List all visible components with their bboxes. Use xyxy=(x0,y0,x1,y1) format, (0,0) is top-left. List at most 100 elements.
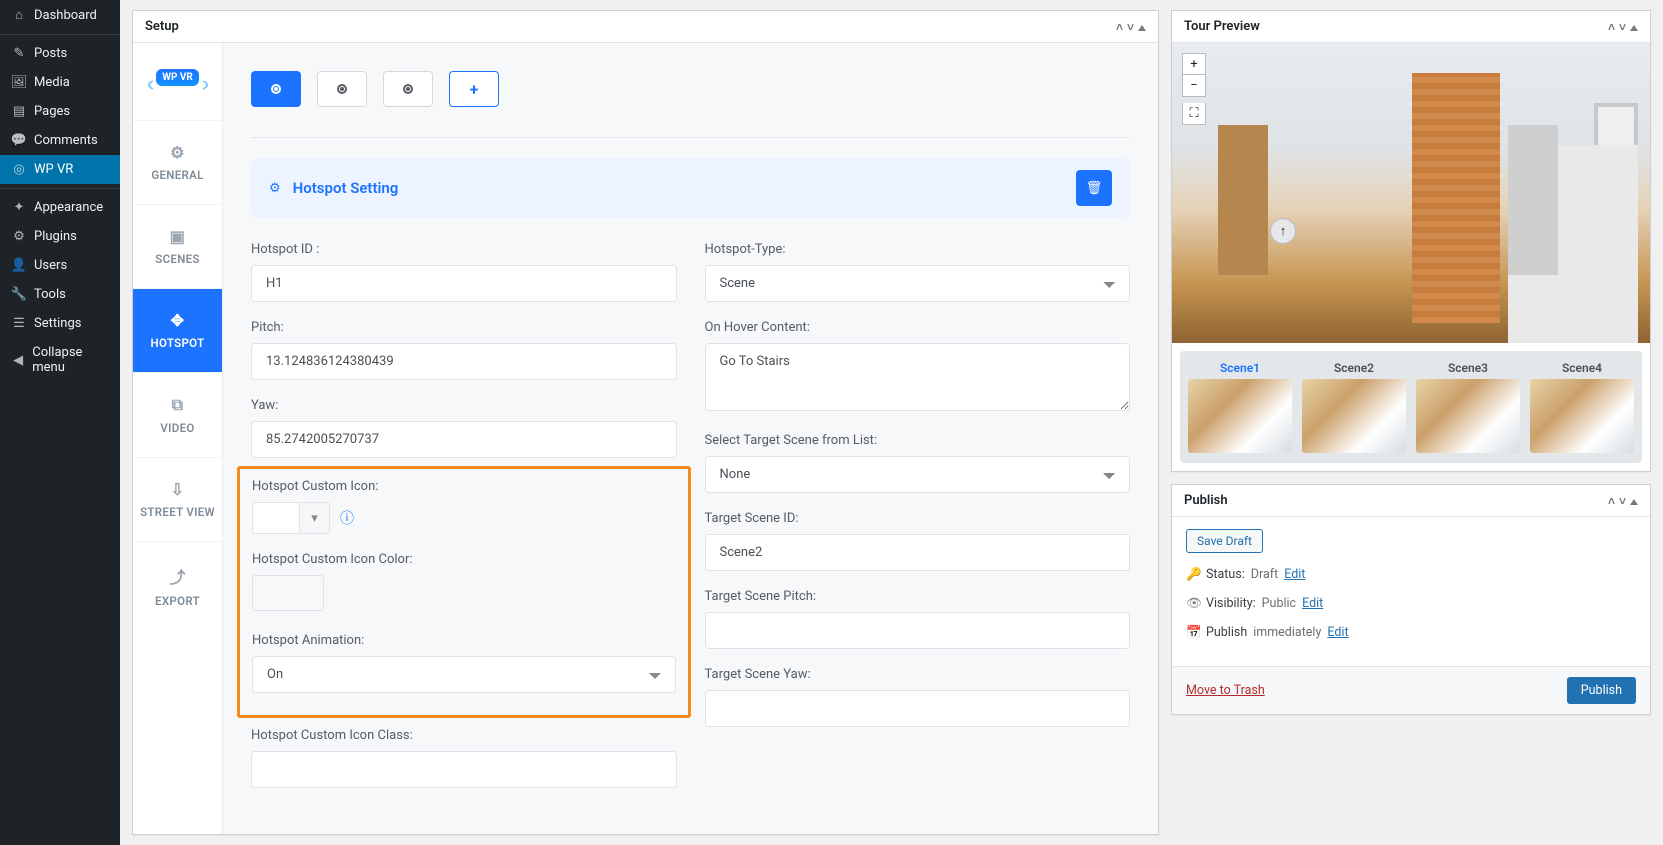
vertical-tabs: WP VR ⚙GENERAL ▣SCENES ✥HOTSPOT ⧉VIDEO ⇩… xyxy=(133,43,223,834)
thumb-scene3[interactable]: Scene3 xyxy=(1416,361,1520,453)
edit-status-link[interactable]: Edit xyxy=(1284,567,1305,582)
plugin-icon: ⚙ xyxy=(10,229,28,244)
zoom-in-button[interactable]: + xyxy=(1182,53,1206,75)
nav-collapse[interactable]: ◀Collapse menu xyxy=(0,338,120,382)
hotspot-page-3[interactable] xyxy=(383,71,433,107)
dot-icon xyxy=(337,84,347,94)
sliders-icon: ☰ xyxy=(10,316,28,331)
nav-label: Plugins xyxy=(34,229,77,244)
hotspot-page-2[interactable] xyxy=(317,71,367,107)
tab-scenes[interactable]: ▣SCENES xyxy=(133,204,222,288)
nav-media[interactable]: 🖼Media xyxy=(0,68,120,97)
pitch-input[interactable] xyxy=(251,343,677,380)
setup-panel-header: Setup ˄ ˅ xyxy=(133,11,1158,43)
delete-hotspot-button[interactable]: 🗑 xyxy=(1076,170,1112,206)
tab-streetview[interactable]: ⇩STREET VIEW xyxy=(133,457,222,541)
animation-select[interactable]: On xyxy=(252,656,676,693)
key-icon: 🔑 xyxy=(1186,567,1200,582)
nav-appearance[interactable]: ✦Appearance xyxy=(0,193,120,222)
nav-tools[interactable]: 🔧Tools xyxy=(0,280,120,309)
hotspot-id-input[interactable] xyxy=(251,265,677,302)
nav-label: Settings xyxy=(34,316,81,331)
chevron-up-icon[interactable]: ˄ xyxy=(1608,494,1615,508)
chevron-down-icon[interactable]: ˅ xyxy=(1127,20,1134,34)
tab-video[interactable]: ⧉VIDEO xyxy=(133,372,222,457)
pitch-label: Pitch: xyxy=(251,320,677,335)
target-yaw-input[interactable] xyxy=(705,690,1131,727)
tab-general[interactable]: ⚙GENERAL xyxy=(133,120,222,204)
target-pitch-input[interactable] xyxy=(705,612,1131,649)
nav-label: Tools xyxy=(34,287,66,302)
nav-label: Pages xyxy=(34,104,70,119)
visibility-value: Public xyxy=(1262,596,1296,611)
comment-icon: 💬 xyxy=(10,133,28,148)
tab-hotspot[interactable]: ✥HOTSPOT xyxy=(133,288,222,372)
vr-icon: ◎ xyxy=(10,162,28,177)
yaw-label: Yaw: xyxy=(251,398,677,413)
target-scene-list-select[interactable]: None xyxy=(705,456,1131,493)
publish-panel: Publish ˄ ˅ Save Draft 🔑 Status: Draft E… xyxy=(1171,484,1651,715)
custom-icon-class-label: Hotspot Custom Icon Class: xyxy=(251,728,677,743)
nav-label: Users xyxy=(34,258,67,273)
info-icon[interactable]: ⓘ xyxy=(340,508,354,528)
thumb-scene2[interactable]: Scene2 xyxy=(1302,361,1406,453)
zoom-out-button[interactable]: − xyxy=(1182,75,1206,97)
icon-picker-box[interactable] xyxy=(252,502,300,534)
chevron-up-icon[interactable]: ˄ xyxy=(1608,20,1615,34)
nav-wpvr[interactable]: ◎WP VR xyxy=(0,155,120,184)
status-value: Draft xyxy=(1251,567,1278,582)
custom-icon-label: Hotspot Custom Icon: xyxy=(252,479,676,494)
triangle-up-icon[interactable] xyxy=(1630,494,1638,508)
plus-icon: + xyxy=(470,80,479,99)
setup-panel: Setup ˄ ˅ WP VR ⚙GENERAL ▣SCENES ✥HOTSPO… xyxy=(132,10,1159,835)
triangle-up-icon[interactable] xyxy=(1630,20,1638,34)
hotspot-page-1[interactable] xyxy=(251,71,301,107)
hotspot-id-label: Hotspot ID : xyxy=(251,242,677,257)
gear-icon: ⚙ xyxy=(139,143,216,162)
save-draft-button[interactable]: Save Draft xyxy=(1186,529,1263,553)
triangle-up-icon[interactable] xyxy=(1138,20,1146,34)
hover-content-label: On Hover Content: xyxy=(705,320,1131,335)
yaw-input[interactable] xyxy=(251,421,677,458)
schedule-value: immediately xyxy=(1253,625,1321,640)
thumb-scene1[interactable]: Scene1 xyxy=(1188,361,1292,453)
chevron-down-icon[interactable]: ˅ xyxy=(1619,494,1626,508)
nav-pages[interactable]: ▤ Pages xyxy=(0,97,120,126)
nav-dashboard[interactable]: ⌂Dashboard xyxy=(0,0,120,30)
hotspot-type-select[interactable]: Scene xyxy=(705,265,1131,302)
target-scene-id-input[interactable] xyxy=(705,534,1131,571)
tab-export[interactable]: ⤴EXPORT xyxy=(133,541,222,630)
fullscreen-button[interactable]: ⛶ xyxy=(1182,103,1206,125)
thumb-image-icon xyxy=(1416,379,1520,453)
publish-button[interactable]: Publish xyxy=(1567,677,1636,704)
edit-visibility-link[interactable]: Edit xyxy=(1302,596,1323,611)
eye-icon: 👁 xyxy=(1186,596,1200,611)
nav-users[interactable]: 👤Users xyxy=(0,251,120,280)
tab-label: EXPORT xyxy=(155,594,200,608)
nav-plugins[interactable]: ⚙ Plugins xyxy=(0,222,120,251)
chevron-up-icon[interactable]: ˄ xyxy=(1116,20,1123,34)
edit-schedule-link[interactable]: Edit xyxy=(1327,625,1348,640)
hotspot-editor: + ⚙ Hotspot Setting 🗑 Hotspot ID : xyxy=(223,43,1158,834)
add-hotspot-button[interactable]: + xyxy=(449,71,499,107)
trash-icon: 🗑 xyxy=(1086,181,1103,196)
status-label: Status: xyxy=(1206,567,1245,582)
move-to-trash-link[interactable]: Move to Trash xyxy=(1186,683,1265,698)
page-icon: ▤ xyxy=(10,104,28,119)
gear-icon: ⚙ xyxy=(269,181,281,196)
custom-icon-class-input[interactable] xyxy=(251,751,677,788)
animation-label: Hotspot Animation: xyxy=(252,633,676,648)
scene-hotspot-marker[interactable]: ↑ xyxy=(1270,218,1296,244)
icon-color-picker[interactable] xyxy=(252,575,324,611)
hover-content-input[interactable]: Go To Stairs xyxy=(705,343,1131,411)
icon-picker-dropdown[interactable]: ▾ xyxy=(300,502,330,534)
thumb-scene4[interactable]: Scene4 xyxy=(1530,361,1634,453)
nav-posts[interactable]: ✎Posts xyxy=(0,39,120,68)
panorama-viewer[interactable]: + − ⛶ ↑ xyxy=(1172,43,1650,343)
nav-comments[interactable]: 💬Comments xyxy=(0,126,120,155)
nav-settings[interactable]: ☰ Settings xyxy=(0,309,120,338)
highlight-box: Hotspot Custom Icon: ▾ ⓘ Hotspot Custom … xyxy=(237,466,691,718)
thumb-image-icon xyxy=(1302,379,1406,453)
pin-icon: ✎ xyxy=(10,46,28,61)
chevron-down-icon[interactable]: ˅ xyxy=(1619,20,1626,34)
